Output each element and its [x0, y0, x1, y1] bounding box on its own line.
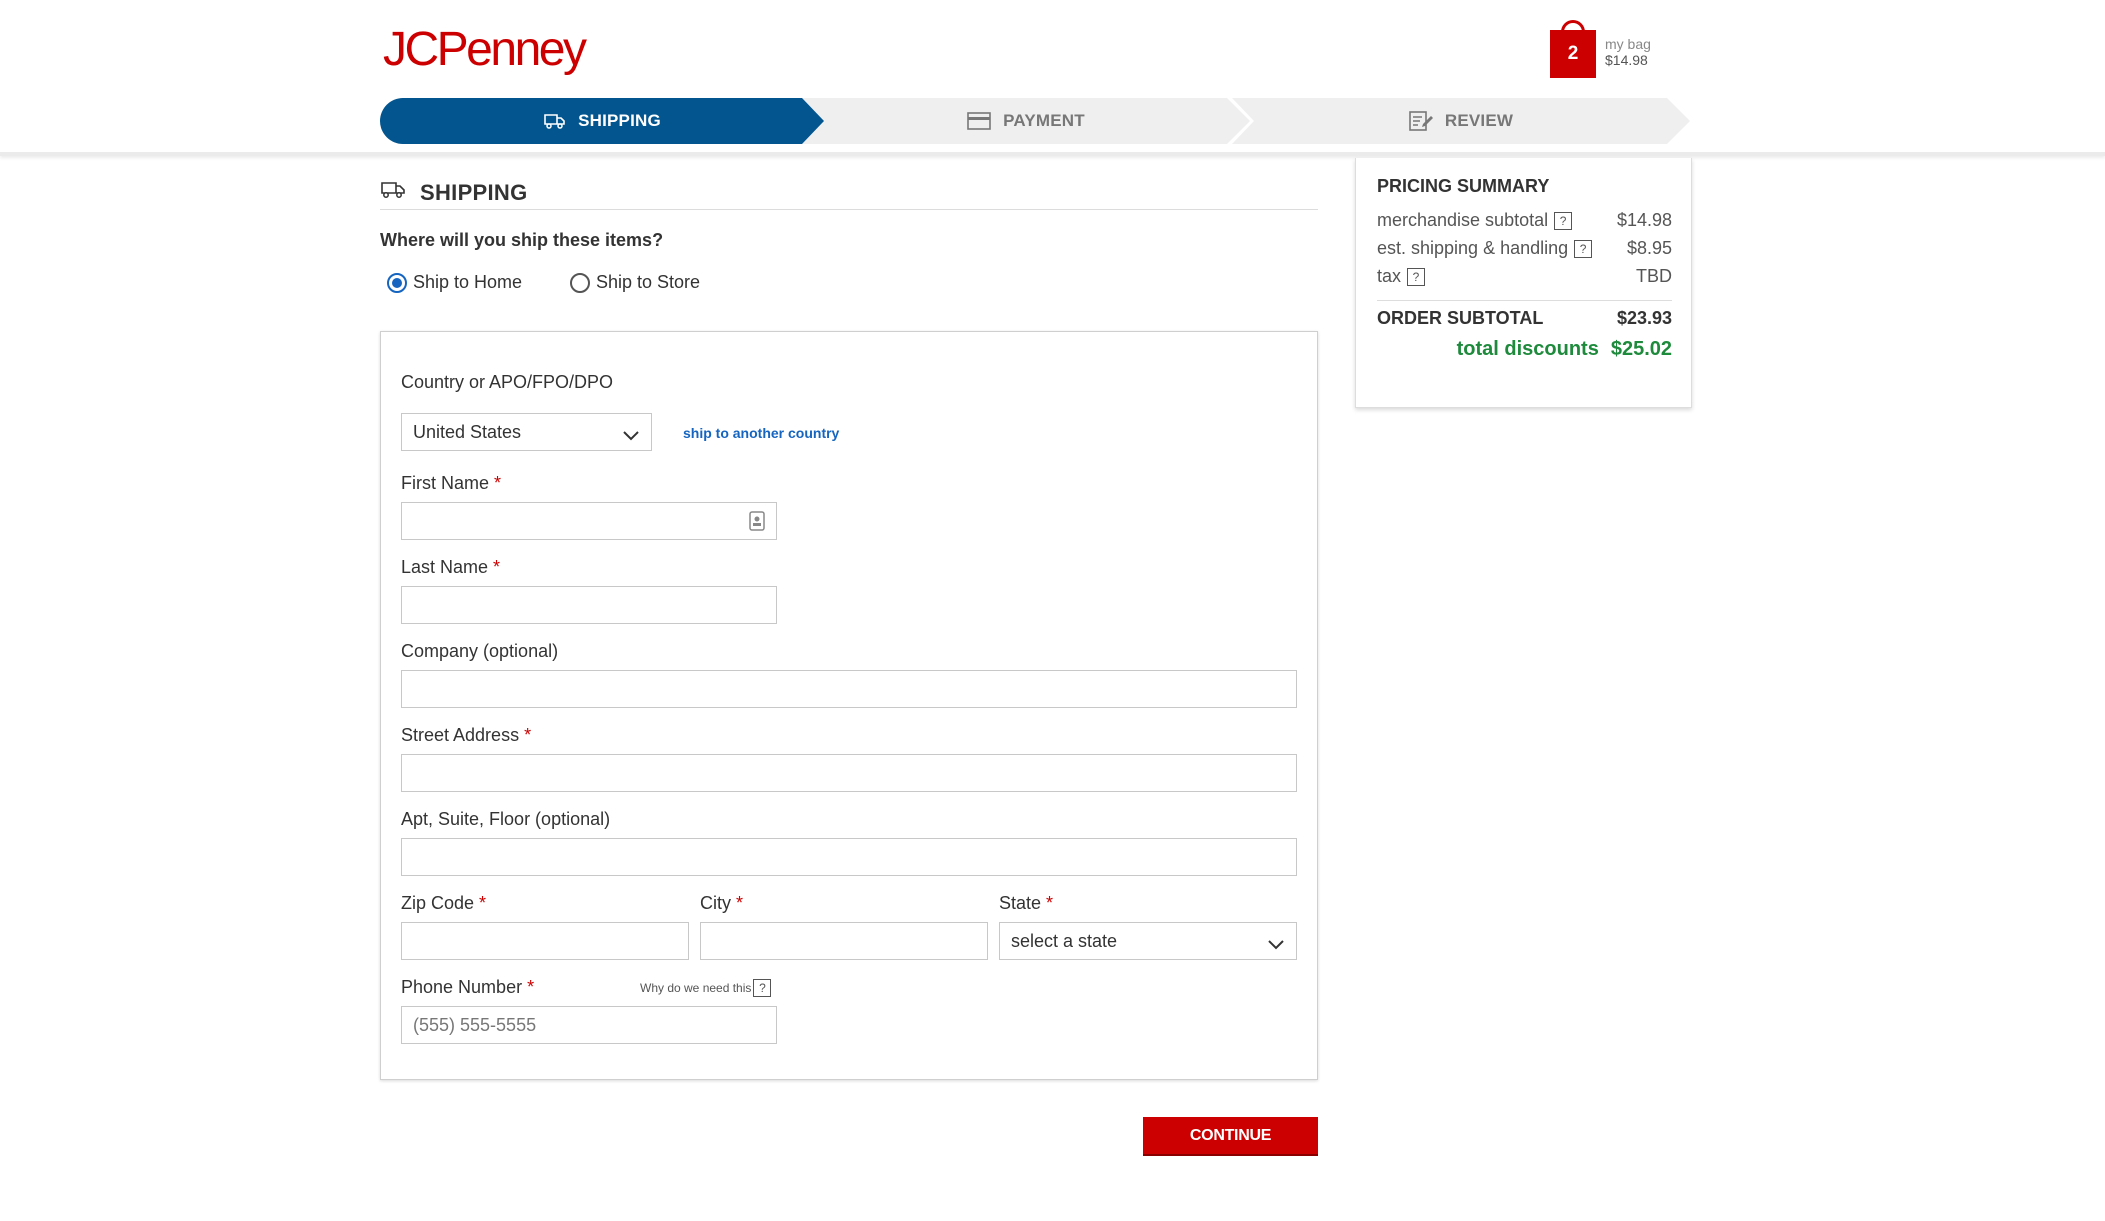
why-phone-text: Why do we need this	[640, 981, 752, 995]
state-label: State *	[999, 893, 1054, 913]
continue-button[interactable]: CONTINUE	[1143, 1117, 1318, 1154]
required-marker: *	[524, 725, 532, 745]
apt-suite-field[interactable]	[401, 838, 1297, 876]
order-subtotal-value: $23.93	[1616, 308, 1672, 328]
state-value: select a state	[1011, 930, 1118, 951]
shopping-bag-button[interactable]: 2	[1550, 20, 1596, 78]
step-review-label: REVIEW	[1444, 111, 1514, 130]
order-subtotal-row: ORDER SUBTOTAL $23.93	[1377, 308, 1672, 329]
page-title: SHIPPING	[420, 180, 528, 205]
first-name-label: First Name *	[401, 473, 502, 493]
required-marker: *	[493, 557, 501, 577]
step-shipping[interactable]: SHIPPING	[380, 98, 825, 144]
apt-suite-label: Apt, Suite, Floor (optional)	[401, 809, 611, 829]
why-phone-help[interactable]: Why do we need this ?	[640, 979, 772, 997]
required-marker: *	[527, 977, 535, 997]
shipping-address-form: Country or APO/FPO/DPO United States shi…	[380, 331, 1318, 1080]
shipping-handling-label: est. shipping & handling	[1377, 238, 1569, 258]
shipping-handling-row: est. shipping & handling? $8.95	[1377, 238, 1672, 259]
ship-to-home-radio[interactable]	[387, 272, 407, 293]
street-address-field[interactable]	[401, 754, 1297, 792]
truck-icon	[380, 180, 406, 205]
help-icon[interactable]: ?	[1554, 211, 1573, 230]
phone-number-field[interactable]: (555) 555-5555	[401, 1006, 777, 1044]
street-address-label: Street Address *	[401, 725, 532, 745]
last-name-label: Last Name *	[401, 557, 501, 577]
order-subtotal-label: ORDER SUBTOTAL	[1377, 308, 1544, 328]
merchandise-subtotal-label: merchandise subtotal	[1377, 210, 1549, 230]
total-discounts-label: total discounts	[1456, 338, 1599, 360]
country-value: United States	[413, 421, 522, 442]
jcpenney-logo[interactable]: JCPenney	[383, 22, 587, 77]
city-label: City *	[700, 893, 744, 913]
truck-icon	[544, 112, 566, 130]
chevron-down-icon	[1268, 934, 1284, 955]
step-payment[interactable]: PAYMENT	[802, 98, 1250, 144]
ship-to-another-country-link[interactable]: ship to another country	[683, 425, 839, 441]
pricing-divider	[1377, 300, 1672, 301]
pricing-summary-title: PRICING SUMMARY	[1377, 176, 1550, 196]
country-label: Country or APO/FPO/DPO	[401, 372, 614, 392]
tax-value: TBD	[1636, 266, 1672, 286]
zip-code-label: Zip Code *	[401, 893, 487, 913]
edit-document-icon	[1409, 111, 1433, 131]
step-shipping-label: SHIPPING	[578, 111, 661, 130]
contact-card-icon[interactable]	[749, 511, 765, 536]
checkout-steps: SHIPPING PAYMENT REVIEW	[380, 98, 1690, 144]
merchandise-subtotal-row: merchandise subtotal? $14.98	[1377, 210, 1672, 231]
bag-count: 2	[1550, 30, 1596, 78]
required-marker: *	[736, 893, 744, 913]
company-label: Company (optional)	[401, 641, 559, 661]
tax-row: tax? TBD	[1377, 266, 1672, 287]
step-review[interactable]: REVIEW	[1232, 98, 1690, 144]
shipping-section-title: SHIPPING	[380, 180, 1318, 210]
bag-label[interactable]: my bag	[1605, 35, 1651, 53]
ship-question: Where will you ship these items?	[380, 230, 664, 250]
site-header: JCPenney 2 my bag $14.98 SHIPPING PAYMEN…	[0, 0, 2105, 156]
ship-to-store-radio[interactable]	[570, 272, 590, 293]
credit-card-icon	[967, 112, 991, 130]
help-icon[interactable]: ?	[1407, 267, 1426, 286]
total-discounts-row: total discounts $25.02	[1377, 338, 1672, 361]
ship-to-home-option[interactable]: Ship to Home	[387, 272, 522, 293]
help-icon[interactable]: ?	[1574, 239, 1593, 258]
help-icon[interactable]: ?	[753, 979, 772, 997]
total-discounts-value: $25.02	[1610, 338, 1672, 360]
city-field[interactable]	[700, 922, 988, 960]
chevron-down-icon	[623, 425, 639, 446]
step-payment-label: PAYMENT	[1003, 111, 1085, 130]
ship-to-store-option[interactable]: Ship to Store	[570, 272, 700, 293]
phone-number-label: Phone Number *	[401, 977, 535, 997]
shipping-handling-value: $8.95	[1626, 238, 1672, 258]
required-marker: *	[494, 473, 502, 493]
pricing-summary: PRICING SUMMARY merchandise subtotal? $1…	[1355, 158, 1692, 408]
country-select[interactable]: United States	[401, 413, 652, 451]
merchandise-subtotal-value: $14.98	[1616, 210, 1672, 230]
tax-label: tax	[1377, 266, 1402, 286]
required-marker: *	[1046, 893, 1054, 913]
last-name-field[interactable]	[401, 586, 777, 624]
zip-code-field[interactable]	[401, 922, 689, 960]
bag-amount: $14.98	[1605, 52, 1648, 68]
company-field[interactable]	[401, 670, 1297, 708]
ship-to-home-label: Ship to Home	[413, 272, 523, 292]
ship-to-store-label: Ship to Store	[596, 272, 701, 292]
first-name-field[interactable]	[401, 502, 777, 540]
phone-placeholder: (555) 555-5555	[413, 1014, 537, 1035]
required-marker: *	[479, 893, 487, 913]
state-select[interactable]: select a state	[999, 922, 1297, 960]
